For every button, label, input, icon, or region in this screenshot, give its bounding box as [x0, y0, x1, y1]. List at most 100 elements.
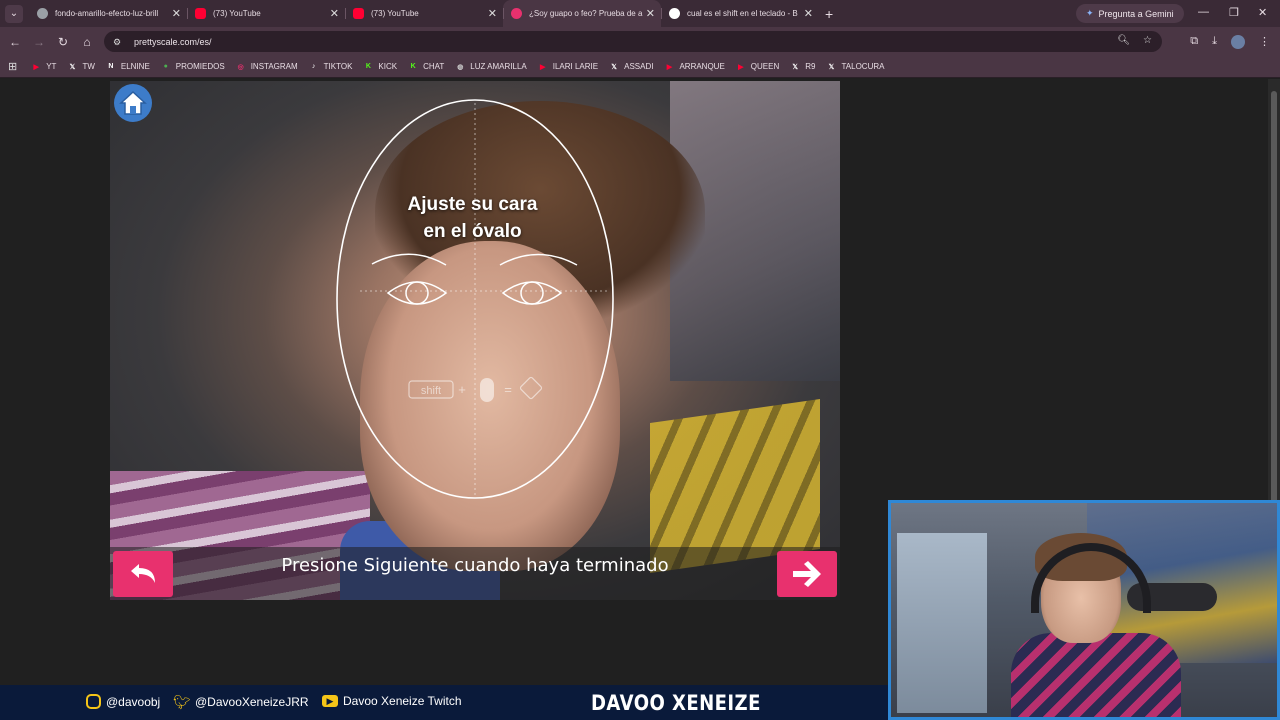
tab-3-active[interactable]: ¿Soy guapo o feo? Prueba de a ✕: [503, 0, 661, 27]
back-button[interactable]: [113, 551, 173, 597]
kick-icon: K: [365, 63, 371, 70]
n-icon: N: [108, 63, 114, 70]
camera-stage: shift + = Ajuste su cara en el óvalo Pre…: [110, 81, 840, 600]
bookmark-item[interactable]: ▶ QUEEN: [736, 62, 779, 72]
tab-title: (73) YouTube: [371, 9, 419, 18]
globe-icon: ◍: [457, 63, 464, 71]
bookmark-item[interactable]: K CHAT: [408, 62, 445, 72]
instagram-icon: ◎: [237, 63, 244, 71]
close-icon[interactable]: ✕: [172, 7, 181, 20]
google-icon: [669, 8, 680, 19]
globe-icon: [37, 8, 48, 19]
youtube-icon: ▶: [540, 63, 546, 71]
bookmark-item[interactable]: ◍ LUZ AMARILLA: [455, 62, 527, 72]
tab-2[interactable]: (73) YouTube ✕: [345, 0, 503, 27]
x-icon: 𝕏: [611, 63, 617, 71]
gemini-label: Pregunta a Gemini: [1098, 8, 1174, 19]
tab-title: cual es el shift en el teclado - B: [687, 9, 798, 18]
bookmark-label: ILARI LARIE: [552, 62, 599, 71]
close-window-icon[interactable]: ✕: [1258, 6, 1267, 19]
right-eyebrow: [499, 253, 578, 266]
kick-icon: K: [410, 63, 416, 70]
bookmark-item[interactable]: 𝕏 TALOCURA: [826, 62, 885, 72]
right-pupil: [520, 281, 544, 305]
face-guide-overlay: shift + =: [336, 99, 614, 499]
tab-0[interactable]: fondo-amarillo-efecto-luz-brill ✕: [29, 0, 187, 27]
tiktok-icon: ♪: [311, 63, 316, 70]
bookmark-item[interactable]: ▶ ILARI LARIE: [538, 62, 598, 72]
bookmark-item[interactable]: ◎ INSTAGRAM: [236, 62, 298, 72]
bookmark-label: ASSADI: [624, 62, 654, 71]
twitch-handle: ▶ Davoo Xeneize Twitch: [322, 694, 462, 708]
youtube-icon: ▶: [33, 63, 39, 71]
apps-grid-icon[interactable]: ⊞: [8, 60, 17, 73]
prompt-line-2: en el óvalo: [423, 221, 522, 242]
adjust-face-prompt: Ajuste su cara en el óvalo: [360, 191, 585, 245]
minimize-icon[interactable]: —: [1198, 6, 1209, 18]
bookmark-label: ARRANQUE: [679, 62, 725, 71]
webcam-overlay: [888, 500, 1280, 720]
tab-4[interactable]: cual es el shift en el teclado - B ✕: [661, 0, 819, 27]
tab-search-button[interactable]: ⌄: [5, 4, 23, 23]
bookmark-label: R9: [805, 62, 816, 71]
bookmark-label: QUEEN: [750, 62, 780, 71]
tab-strip: ⌄ fondo-amarillo-efecto-luz-brill ✕ (73)…: [0, 0, 1280, 27]
forward-icon[interactable]: →: [27, 35, 51, 49]
left-eyebrow: [371, 253, 447, 266]
bookmarks-bar: ⊞ ▶ YT 𝕏 TW N ELNINE ● PROMIEDOS ◎ INSTAGRAM ♪ TIKT…: [0, 56, 1280, 78]
close-icon[interactable]: ✕: [488, 7, 497, 20]
restore-icon[interactable]: ❐: [1229, 6, 1239, 19]
mouse-icon: [480, 378, 494, 402]
right-eye: [501, 281, 563, 305]
streamer-shirt: [1011, 633, 1181, 717]
bottom-bar: Presione Siguiente cuando haya terminado: [110, 547, 840, 600]
twitter-handle: 🐦︎ @DavooXeneizeJRR: [173, 694, 308, 710]
x-icon: 𝕏: [69, 63, 76, 71]
close-icon[interactable]: ✕: [330, 7, 339, 20]
tab-title: fondo-amarillo-efecto-luz-brill: [55, 9, 159, 18]
bookmark-star-icon[interactable]: ☆: [1143, 35, 1152, 46]
zoom-icon[interactable]: 🔍︎: [1117, 35, 1130, 46]
twitch-text: Davoo Xeneize Twitch: [343, 694, 462, 708]
prettyscale-icon: [511, 8, 522, 19]
equals-sign: =: [504, 382, 512, 397]
bookmark-item[interactable]: K KICK: [363, 62, 397, 72]
twitch-icon: ▶: [322, 695, 338, 707]
tab-1[interactable]: (73) YouTube ✕: [187, 0, 345, 27]
next-button[interactable]: [777, 551, 837, 597]
bookmark-label: KICK: [378, 62, 398, 71]
bookmark-item[interactable]: ▶ YT: [31, 62, 57, 72]
plus-sign: +: [458, 382, 466, 397]
tab-title: ¿Soy guapo o feo? Prueba de a: [529, 9, 643, 18]
site-info-icon[interactable]: ⚙: [113, 37, 125, 47]
bookmark-item[interactable]: ▶ ARRANQUE: [664, 62, 725, 72]
bookmark-item[interactable]: 𝕏 ASSADI: [609, 62, 653, 72]
bookmark-item[interactable]: N ELNINE: [106, 62, 149, 72]
close-icon[interactable]: ✕: [804, 7, 813, 20]
bookmark-item[interactable]: 𝕏 TW: [67, 62, 95, 72]
address-bar[interactable]: ⚙ prettyscale.com/es/ 🔍︎ ☆: [104, 31, 1162, 52]
bookmark-item[interactable]: ♪ TIKTOK: [309, 62, 353, 72]
youtube-icon: [195, 8, 206, 19]
home-button[interactable]: [114, 84, 152, 122]
download-icon[interactable]: ⤓: [1212, 35, 1217, 48]
close-icon[interactable]: ✕: [646, 7, 655, 20]
bookmark-label: CHAT: [423, 62, 445, 71]
toolbar-actions: ⧉ ⤓ ⋮: [1190, 27, 1280, 56]
extensions-icon[interactable]: ⧉: [1190, 35, 1198, 48]
new-tab-button[interactable]: +: [825, 6, 833, 22]
home-icon[interactable]: ⌂: [75, 35, 99, 49]
arrow-right-icon: [793, 561, 821, 587]
bookmark-label: YT: [46, 62, 57, 71]
back-icon[interactable]: ←: [3, 35, 27, 49]
instagram-icon: [86, 694, 101, 709]
menu-icon[interactable]: ⋮: [1259, 35, 1270, 48]
instagram-text: @davoobj: [106, 694, 161, 709]
bookmark-item[interactable]: ● PROMIEDOS: [161, 62, 225, 72]
profile-avatar[interactable]: [1231, 34, 1245, 49]
bookmark-item[interactable]: 𝕏 R9: [790, 62, 815, 72]
gemini-button[interactable]: ✦ Pregunta a Gemini: [1076, 4, 1184, 23]
reload-icon[interactable]: ↻: [51, 35, 75, 49]
left-eye: [386, 281, 448, 305]
house-icon: [119, 90, 147, 115]
